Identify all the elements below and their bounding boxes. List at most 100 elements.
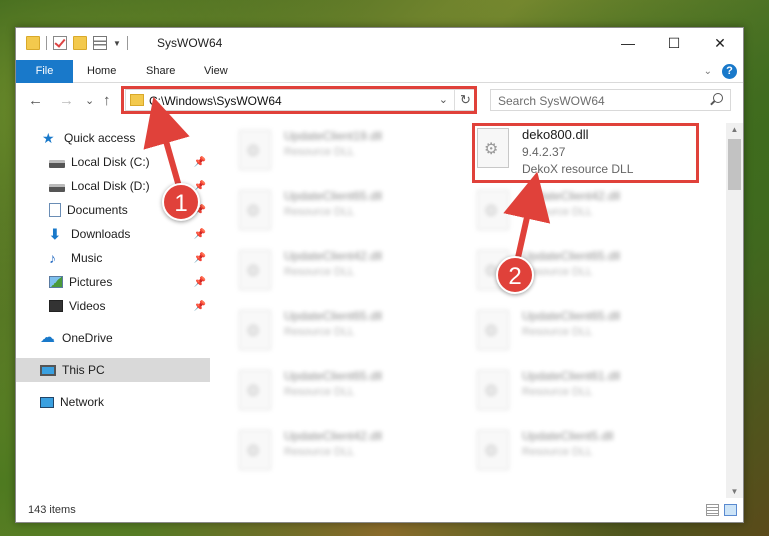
sidebar-item-quick-access[interactable]: ★ Quick access	[16, 126, 210, 150]
file-tile[interactable]: UpdateClient42.dll Resource DLL	[216, 245, 446, 305]
checkmark-icon[interactable]	[53, 36, 67, 50]
ribbon-tabs: File Home Share View ⌄ ?	[16, 60, 743, 83]
star-icon: ★	[42, 130, 55, 146]
sidebar-item-label: Pictures	[69, 275, 113, 289]
file-name: UpdateClient65.dll	[284, 189, 383, 203]
recent-locations-button[interactable]: ⌄	[85, 94, 94, 107]
tiles-view-icon[interactable]	[724, 504, 737, 516]
scroll-up-icon[interactable]: ▲	[726, 125, 743, 134]
file-type: Resource DLL	[522, 206, 593, 218]
tab-file[interactable]: File	[16, 60, 73, 83]
file-type: Resource DLL	[522, 326, 593, 338]
folder-icon[interactable]	[26, 36, 40, 50]
sidebar-item-local-disk-c[interactable]: Local Disk (C:) 📌	[16, 150, 210, 174]
pin-icon[interactable]: 📌	[194, 229, 206, 240]
file-tile[interactable]: UpdateClient42.dll Resource DLL	[454, 185, 684, 245]
view-toggle	[706, 504, 737, 516]
file-tile[interactable]: UpdateClient65.dll Resource DLL	[454, 245, 684, 305]
toolbar-divider	[126, 36, 128, 50]
file-tile[interactable]: UpdateClient65.dll Resource DLL	[216, 305, 446, 365]
file-name: UpdateClient42.dll	[522, 189, 621, 203]
navigation-pane: ★ Quick access Local Disk (C:) 📌 Local D…	[16, 123, 210, 493]
file-tile[interactable]: UpdateClient5.dll Resource DLL	[454, 425, 684, 485]
pin-icon[interactable]: 📌	[194, 157, 206, 168]
close-button[interactable]: ✕	[697, 28, 743, 58]
file-name: UpdateClient65.dll	[522, 249, 621, 263]
dll-file-icon	[239, 370, 271, 410]
file-name: UpdateClient61.dll	[522, 369, 621, 383]
forward-button[interactable]: →	[59, 92, 74, 109]
maximize-button[interactable]: ☐	[651, 28, 697, 58]
sidebar-item-label: Local Disk (C:)	[71, 155, 150, 169]
file-highlight	[472, 123, 699, 183]
file-type: Resource DLL	[284, 206, 355, 218]
pictures-icon	[49, 276, 63, 288]
sidebar-item-label: Downloads	[71, 227, 131, 241]
sidebar-item-network[interactable]: Network	[16, 390, 210, 414]
sidebar-item-onedrive[interactable]: ☁ OneDrive	[16, 326, 210, 350]
dll-file-icon	[239, 310, 271, 350]
file-tile[interactable]: UpdateClient65.dll Resource DLL	[216, 365, 446, 425]
file-type: Resource DLL	[284, 326, 355, 338]
file-name: UpdateClient42.dll	[284, 249, 383, 263]
sidebar-item-this-pc[interactable]: This PC	[16, 358, 210, 382]
pin-icon[interactable]: 📌	[194, 277, 206, 288]
customize-toolbar-dropdown-icon[interactable]: ▼	[113, 39, 121, 48]
expand-ribbon-icon[interactable]: ⌄	[704, 66, 712, 77]
file-name: UpdateClient19.dll	[284, 129, 383, 143]
new-folder-icon[interactable]	[73, 36, 87, 50]
details-view-icon[interactable]	[706, 504, 719, 516]
downloads-icon: ⬇	[49, 226, 61, 242]
network-icon	[40, 396, 54, 408]
file-name: UpdateClient65.dll	[522, 309, 621, 323]
help-icon[interactable]: ?	[722, 64, 737, 79]
cloud-icon: ☁	[40, 329, 55, 346]
sidebar-item-label: Local Disk (D:)	[71, 179, 150, 193]
dll-file-icon	[477, 430, 509, 470]
tab-view[interactable]: View	[190, 60, 242, 83]
tab-home[interactable]: Home	[73, 60, 130, 83]
dll-file-icon	[239, 250, 271, 290]
documents-icon	[49, 203, 61, 217]
sidebar-item-downloads[interactable]: ⬇ Downloads 📌	[16, 222, 210, 246]
search-input[interactable]: Search SysWOW64	[490, 89, 731, 111]
toolbar-divider	[46, 36, 47, 50]
pin-icon[interactable]: 📌	[194, 301, 206, 312]
file-name: UpdateClient65.dll	[284, 369, 383, 383]
file-tile[interactable]: UpdateClient65.dll Resource DLL	[454, 305, 684, 365]
dll-file-icon	[477, 190, 509, 230]
sidebar-item-videos[interactable]: Videos 📌	[16, 294, 210, 318]
file-tile[interactable]: UpdateClient19.dll Resource DLL	[216, 125, 446, 185]
window-title: SysWOW64	[157, 36, 223, 50]
scrollbar-thumb[interactable]	[728, 139, 741, 190]
file-type: Resource DLL	[522, 386, 593, 398]
file-name: UpdateClient5.dll	[522, 429, 614, 443]
sidebar-item-pictures[interactable]: Pictures 📌	[16, 270, 210, 294]
file-tile[interactable]: UpdateClient61.dll Resource DLL	[454, 365, 684, 425]
file-type: Resource DLL	[284, 446, 355, 458]
file-type: Resource DLL	[284, 146, 355, 158]
address-bar-highlight	[121, 86, 477, 114]
up-button[interactable]: ↑	[103, 92, 111, 109]
sidebar-item-label: Quick access	[64, 131, 136, 145]
dll-file-icon	[239, 430, 271, 470]
search-icon[interactable]	[713, 93, 723, 103]
dll-file-icon	[239, 190, 271, 230]
tab-share[interactable]: Share	[132, 60, 189, 83]
scroll-down-icon[interactable]: ▼	[726, 487, 743, 496]
ribbon-controls: ⌄ ?	[704, 64, 737, 79]
window-controls: — ☐ ✕	[605, 28, 743, 58]
properties-icon[interactable]	[93, 36, 107, 50]
vertical-scrollbar[interactable]: ▲ ▼	[726, 123, 743, 498]
file-tile[interactable]: UpdateClient42.dll Resource DLL	[216, 425, 446, 485]
sidebar-item-label: Network	[60, 395, 105, 409]
step-1-badge: 1	[162, 183, 200, 221]
minimize-button[interactable]: —	[605, 28, 651, 58]
sidebar-item-music[interactable]: ♪ Music 📌	[16, 246, 210, 270]
file-tile[interactable]: UpdateClient65.dll Resource DLL	[216, 185, 446, 245]
computer-icon	[40, 364, 56, 376]
videos-icon	[49, 300, 63, 312]
back-button[interactable]: ←	[28, 92, 43, 109]
status-bar: 143 items	[16, 500, 743, 522]
pin-icon[interactable]: 📌	[194, 253, 206, 264]
